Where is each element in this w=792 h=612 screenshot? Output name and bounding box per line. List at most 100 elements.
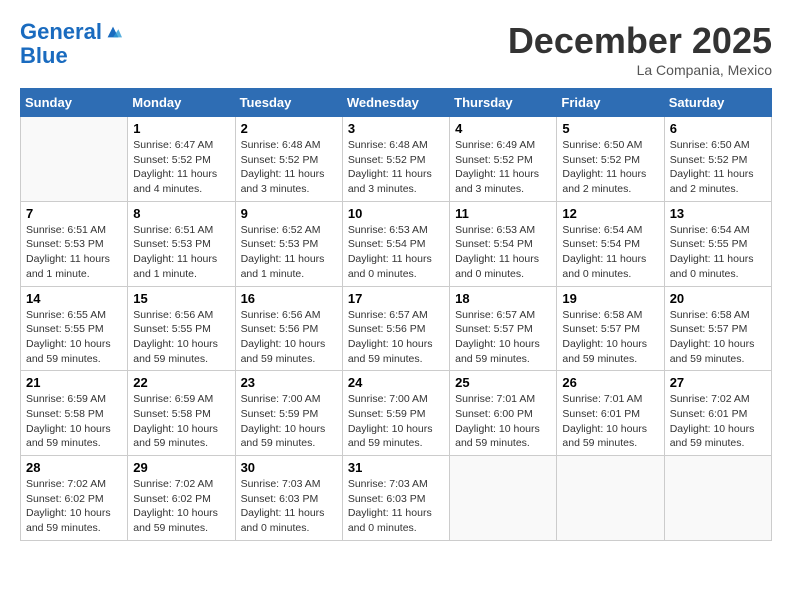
day-number: 14: [26, 291, 122, 306]
calendar-cell: 2 Sunrise: 6:48 AMSunset: 5:52 PMDaylight…: [235, 117, 342, 202]
title-block: December 2025 La Compania, Mexico: [508, 20, 772, 78]
calendar-cell: 12 Sunrise: 6:54 AMSunset: 5:54 PMDayligh…: [557, 201, 664, 286]
day-info: Sunrise: 6:48 AMSunset: 5:52 PMDaylight:…: [348, 138, 444, 197]
day-number: 4: [455, 121, 551, 136]
day-info: Sunrise: 7:03 AMSunset: 6:03 PMDaylight:…: [241, 477, 337, 536]
day-number: 8: [133, 206, 229, 221]
calendar-cell: 16 Sunrise: 6:56 AMSunset: 5:56 PMDayligh…: [235, 286, 342, 371]
day-number: 21: [26, 375, 122, 390]
day-number: 23: [241, 375, 337, 390]
calendar-cell: 23Sunrise: 7:00 AMSunset: 5:59 PMDayligh…: [235, 371, 342, 456]
calendar-cell: 27 Sunrise: 7:02 AMSunset: 6:01 PMDayligh…: [664, 371, 771, 456]
calendar-cell: 8 Sunrise: 6:51 AMSunset: 5:53 PMDaylight…: [128, 201, 235, 286]
calendar-cell: 15Sunrise: 6:56 AMSunset: 5:55 PMDayligh…: [128, 286, 235, 371]
day-info: Sunrise: 7:03 AMSunset: 6:03 PMDaylight:…: [348, 477, 444, 536]
calendar-cell: 5Sunrise: 6:50 AMSunset: 5:52 PMDaylight…: [557, 117, 664, 202]
day-number: 31: [348, 460, 444, 475]
calendar-cell: 11 Sunrise: 6:53 AMSunset: 5:54 PMDayligh…: [450, 201, 557, 286]
calendar-cell: 24 Sunrise: 7:00 AMSunset: 5:59 PMDayligh…: [342, 371, 449, 456]
calendar-cell: 30 Sunrise: 7:03 AMSunset: 6:03 PMDayligh…: [235, 456, 342, 541]
day-number: 13: [670, 206, 766, 221]
day-info: Sunrise: 6:50 AMSunset: 5:52 PMDaylight:…: [670, 138, 766, 197]
day-info: Sunrise: 6:55 AMSunset: 5:55 PMDaylight:…: [26, 308, 122, 367]
calendar-cell: 13 Sunrise: 6:54 AMSunset: 5:55 PMDayligh…: [664, 201, 771, 286]
calendar-cell: 3 Sunrise: 6:48 AMSunset: 5:52 PMDaylight…: [342, 117, 449, 202]
day-info: Sunrise: 7:02 AMSunset: 6:02 PMDaylight:…: [133, 477, 229, 536]
day-number: 20: [670, 291, 766, 306]
location: La Compania, Mexico: [508, 62, 772, 78]
calendar-cell: 20 Sunrise: 6:58 AMSunset: 5:57 PMDayligh…: [664, 286, 771, 371]
day-number: 18: [455, 291, 551, 306]
day-number: 10: [348, 206, 444, 221]
day-info: Sunrise: 7:01 AMSunset: 6:01 PMDaylight:…: [562, 392, 658, 451]
calendar-cell: 7 Sunrise: 6:51 AMSunset: 5:53 PMDaylight…: [21, 201, 128, 286]
calendar-week-row: 21Sunrise: 6:59 AMSunset: 5:58 PMDayligh…: [21, 371, 772, 456]
calendar-cell: 28 Sunrise: 7:02 AMSunset: 6:02 PMDayligh…: [21, 456, 128, 541]
day-number: 15: [133, 291, 229, 306]
page-header: General Blue December 2025 La Compania, …: [20, 20, 772, 78]
day-info: Sunrise: 7:02 AMSunset: 6:02 PMDaylight:…: [26, 477, 122, 536]
day-header: Friday: [557, 89, 664, 117]
day-info: Sunrise: 6:54 AMSunset: 5:55 PMDaylight:…: [670, 223, 766, 282]
day-info: Sunrise: 6:49 AMSunset: 5:52 PMDaylight:…: [455, 138, 551, 197]
day-info: Sunrise: 6:48 AMSunset: 5:52 PMDaylight:…: [241, 138, 337, 197]
calendar-cell: 4 Sunrise: 6:49 AMSunset: 5:52 PMDaylight…: [450, 117, 557, 202]
day-number: 9: [241, 206, 337, 221]
day-info: Sunrise: 6:51 AMSunset: 5:53 PMDaylight:…: [133, 223, 229, 282]
calendar-week-row: 1 Sunrise: 6:47 AMSunset: 5:52 PMDaylight…: [21, 117, 772, 202]
calendar-cell: 29 Sunrise: 7:02 AMSunset: 6:02 PMDayligh…: [128, 456, 235, 541]
calendar-cell: 25 Sunrise: 7:01 AMSunset: 6:00 PMDayligh…: [450, 371, 557, 456]
day-number: 27: [670, 375, 766, 390]
calendar-table: SundayMondayTuesdayWednesdayThursdayFrid…: [20, 88, 772, 541]
day-number: 2: [241, 121, 337, 136]
calendar-cell: 21Sunrise: 6:59 AMSunset: 5:58 PMDayligh…: [21, 371, 128, 456]
calendar-cell: 9Sunrise: 6:52 AMSunset: 5:53 PMDaylight…: [235, 201, 342, 286]
day-info: Sunrise: 6:54 AMSunset: 5:54 PMDaylight:…: [562, 223, 658, 282]
calendar-cell: 10 Sunrise: 6:53 AMSunset: 5:54 PMDayligh…: [342, 201, 449, 286]
day-number: 6: [670, 121, 766, 136]
day-header: Sunday: [21, 89, 128, 117]
day-header: Monday: [128, 89, 235, 117]
day-number: 25: [455, 375, 551, 390]
day-number: 12: [562, 206, 658, 221]
day-info: Sunrise: 7:00 AMSunset: 5:59 PMDaylight:…: [348, 392, 444, 451]
day-info: Sunrise: 6:57 AMSunset: 5:56 PMDaylight:…: [348, 308, 444, 367]
day-info: Sunrise: 6:58 AMSunset: 5:57 PMDaylight:…: [562, 308, 658, 367]
day-header: Thursday: [450, 89, 557, 117]
day-info: Sunrise: 7:01 AMSunset: 6:00 PMDaylight:…: [455, 392, 551, 451]
day-info: Sunrise: 6:56 AMSunset: 5:56 PMDaylight:…: [241, 308, 337, 367]
day-number: 17: [348, 291, 444, 306]
day-number: 7: [26, 206, 122, 221]
day-info: Sunrise: 6:58 AMSunset: 5:57 PMDaylight:…: [670, 308, 766, 367]
day-number: 5: [562, 121, 658, 136]
calendar-week-row: 14 Sunrise: 6:55 AMSunset: 5:55 PMDayligh…: [21, 286, 772, 371]
calendar-cell: 17 Sunrise: 6:57 AMSunset: 5:56 PMDayligh…: [342, 286, 449, 371]
day-number: 29: [133, 460, 229, 475]
calendar-week-row: 7 Sunrise: 6:51 AMSunset: 5:53 PMDaylight…: [21, 201, 772, 286]
calendar-cell: [557, 456, 664, 541]
calendar-cell: [21, 117, 128, 202]
day-number: 3: [348, 121, 444, 136]
day-number: 22: [133, 375, 229, 390]
calendar-cell: 31 Sunrise: 7:03 AMSunset: 6:03 PMDayligh…: [342, 456, 449, 541]
day-number: 16: [241, 291, 337, 306]
calendar-cell: [664, 456, 771, 541]
day-number: 28: [26, 460, 122, 475]
day-number: 24: [348, 375, 444, 390]
day-number: 1: [133, 121, 229, 136]
day-number: 30: [241, 460, 337, 475]
calendar-body: 1 Sunrise: 6:47 AMSunset: 5:52 PMDaylight…: [21, 117, 772, 541]
calendar-cell: 18Sunrise: 6:57 AMSunset: 5:57 PMDayligh…: [450, 286, 557, 371]
calendar-cell: [450, 456, 557, 541]
calendar-cell: 22Sunrise: 6:59 AMSunset: 5:58 PMDayligh…: [128, 371, 235, 456]
logo-text: General: [20, 20, 102, 44]
day-number: 11: [455, 206, 551, 221]
day-info: Sunrise: 6:53 AMSunset: 5:54 PMDaylight:…: [348, 223, 444, 282]
day-info: Sunrise: 6:51 AMSunset: 5:53 PMDaylight:…: [26, 223, 122, 282]
calendar-week-row: 28 Sunrise: 7:02 AMSunset: 6:02 PMDayligh…: [21, 456, 772, 541]
day-info: Sunrise: 6:47 AMSunset: 5:52 PMDaylight:…: [133, 138, 229, 197]
day-info: Sunrise: 6:53 AMSunset: 5:54 PMDaylight:…: [455, 223, 551, 282]
day-info: Sunrise: 7:02 AMSunset: 6:01 PMDaylight:…: [670, 392, 766, 451]
logo-text-blue: Blue: [20, 44, 122, 68]
calendar-cell: 14 Sunrise: 6:55 AMSunset: 5:55 PMDayligh…: [21, 286, 128, 371]
